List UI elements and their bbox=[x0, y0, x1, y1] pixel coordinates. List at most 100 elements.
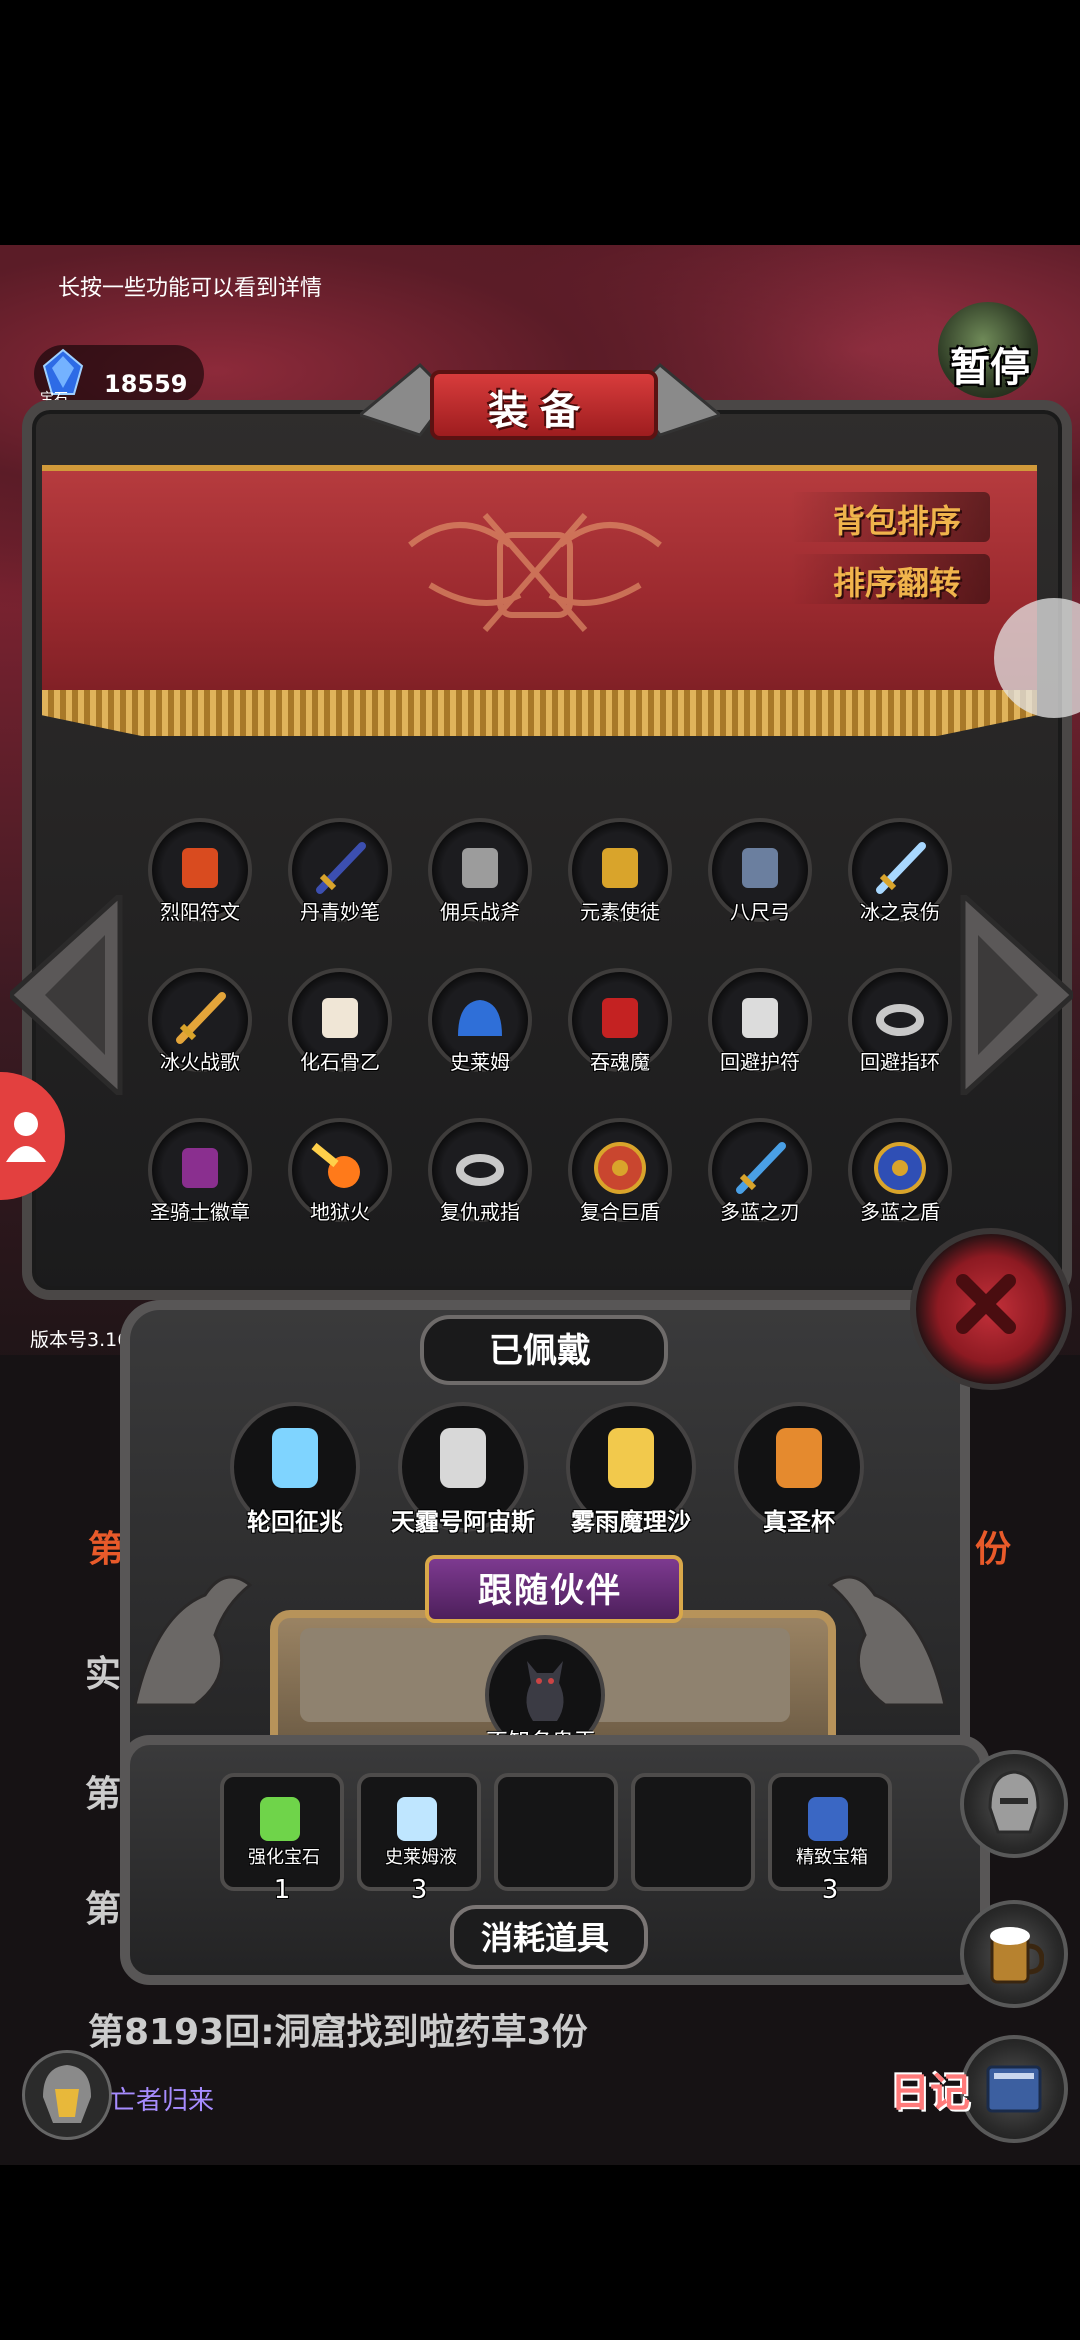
crossbow-icon bbox=[742, 848, 778, 888]
helmet-icon bbox=[988, 1770, 1040, 1834]
dragon-statue-icon bbox=[827, 1575, 947, 1707]
equipment-item[interactable]: 化石骨乙 bbox=[280, 968, 400, 1096]
pause-label: 暂停 bbox=[950, 345, 1030, 391]
equipment-item[interactable]: 佣兵战斧 bbox=[420, 818, 540, 946]
consumable-count: 1 bbox=[273, 1875, 291, 1905]
skull-helmet-icon bbox=[43, 2065, 91, 2123]
equipment-item[interactable]: 多蓝之刃 bbox=[700, 1118, 820, 1246]
equipment-item[interactable]: 丹青妙笔 bbox=[280, 818, 400, 946]
user-icon bbox=[6, 1112, 46, 1162]
equipment-item-label: 丹青妙笔 bbox=[300, 900, 380, 924]
log-partial-left: 第 bbox=[85, 1889, 122, 1930]
crossed-swords-crest-icon bbox=[408, 513, 662, 632]
equipment-item-label: 佣兵战斧 bbox=[440, 900, 520, 924]
log-partial-left: 第 bbox=[85, 1774, 122, 1815]
dark-demon-icon bbox=[526, 1661, 564, 1721]
prev-page-arrow-icon[interactable] bbox=[10, 895, 125, 1095]
equipment-item-label: 元素使徒 bbox=[580, 900, 660, 924]
close-button[interactable] bbox=[910, 1228, 1072, 1390]
worn-item[interactable]: 真圣杯 bbox=[734, 1402, 864, 1542]
log-partial-right: 份 bbox=[975, 1529, 1012, 1570]
equipment-item[interactable]: 元素使徒 bbox=[560, 818, 680, 946]
worn-title: 已佩戴 bbox=[489, 1331, 591, 1371]
log-partial-left: 实 bbox=[85, 1654, 122, 1695]
consumable-label: 精致宝箱 bbox=[796, 1847, 868, 1868]
equipment-item[interactable]: 回避指环 bbox=[840, 968, 960, 1096]
equipment-item-label: 地狱火 bbox=[310, 1200, 370, 1224]
consumables-title: 消耗道具 bbox=[480, 1919, 609, 1957]
blue-shield-icon bbox=[874, 1142, 926, 1194]
consumable-count: 3 bbox=[410, 1875, 428, 1905]
equipment-item[interactable]: 地狱火 bbox=[280, 1118, 400, 1246]
witch-icon bbox=[608, 1428, 654, 1488]
fireball-icon bbox=[311, 1142, 360, 1188]
ring-icon bbox=[876, 1004, 924, 1036]
equipment-item-label: 史莱姆 bbox=[450, 1050, 510, 1074]
ring-icon bbox=[456, 1154, 504, 1186]
panel-title: 装备 bbox=[488, 388, 592, 434]
consumable-slot[interactable]: 精致宝箱 3 bbox=[768, 1773, 892, 1905]
chest-icon bbox=[808, 1797, 848, 1841]
consumable-slot[interactable]: 史莱姆液 3 bbox=[357, 1773, 481, 1905]
consumable-slot[interactable] bbox=[494, 1773, 618, 1891]
consumable-label: 史莱姆液 bbox=[385, 1847, 457, 1868]
player-avatar[interactable] bbox=[22, 2050, 112, 2140]
equipment-item[interactable]: 圣骑士徽章 bbox=[140, 1118, 260, 1246]
equipment-item[interactable]: 吞魂魔 bbox=[560, 968, 680, 1096]
worn-item[interactable]: 天霾号阿宙斯 bbox=[391, 1402, 535, 1542]
diary-button[interactable] bbox=[960, 2035, 1068, 2143]
hint-text: 长按一些功能可以看到详情 bbox=[58, 276, 323, 301]
sort-bag-button[interactable]: 背包排序 bbox=[833, 496, 961, 542]
equipment-item[interactable]: 冰火战歌 bbox=[140, 968, 260, 1096]
log-partial-left: 第 bbox=[88, 1529, 125, 1570]
partner-title: 跟随伙伴 bbox=[478, 1571, 622, 1611]
equipment-item-label: 多蓝之刃 bbox=[720, 1200, 800, 1224]
equipment-item[interactable]: 烈阳符文 bbox=[140, 818, 260, 946]
knight-helmet-button[interactable] bbox=[960, 1750, 1068, 1858]
diary-label: 日记 bbox=[890, 2070, 970, 2116]
equipment-item-label: 回避护符 bbox=[720, 1050, 800, 1074]
equipment-item-label: 复仇戒指 bbox=[440, 1200, 520, 1224]
consumable-count: 3 bbox=[821, 1875, 839, 1905]
banner-fringe bbox=[42, 690, 1037, 736]
consumable-label: 强化宝石 bbox=[248, 1847, 320, 1868]
equipment-item-label: 烈阳符文 bbox=[160, 900, 240, 924]
mech-icon bbox=[440, 1428, 486, 1488]
bone-icon bbox=[322, 998, 358, 1038]
ice-sword-icon bbox=[876, 842, 926, 894]
brush-icon bbox=[316, 842, 366, 894]
equipment-item-label: 八尺弓 bbox=[730, 900, 790, 924]
round-shield-icon bbox=[594, 1142, 646, 1194]
worn-item[interactable]: 轮回征兆 bbox=[230, 1402, 360, 1542]
worn-item-label: 雾雨魔理沙 bbox=[571, 1508, 691, 1536]
beer-mug-icon bbox=[990, 1927, 1044, 1984]
grail-icon bbox=[776, 1428, 822, 1488]
amulet-icon bbox=[742, 998, 778, 1038]
ice-staff-icon bbox=[272, 1428, 318, 1488]
sort-reverse-button[interactable]: 排序翻转 bbox=[833, 558, 961, 604]
player-name: 亡者归来 bbox=[110, 2086, 215, 2116]
equipment-item-label: 冰火战歌 bbox=[160, 1050, 240, 1074]
equipment-item-label: 冰之哀伤 bbox=[860, 900, 940, 924]
worn-item-label: 天霾号阿宙斯 bbox=[391, 1508, 535, 1536]
equipment-item[interactable]: 八尺弓 bbox=[700, 818, 820, 946]
equipment-item[interactable]: 冰之哀伤 bbox=[840, 818, 960, 946]
next-page-arrow-icon[interactable] bbox=[958, 895, 1073, 1095]
version-label: 版本号3.16 bbox=[30, 1329, 130, 1351]
worn-item[interactable]: 雾雨魔理沙 bbox=[566, 1402, 696, 1542]
slime-icon bbox=[458, 1000, 502, 1036]
equipment-item[interactable]: 复仇戒指 bbox=[420, 1118, 540, 1246]
equipment-item[interactable]: 复合巨盾 bbox=[560, 1118, 680, 1246]
equipment-item[interactable]: 回避护符 bbox=[700, 968, 820, 1096]
tavern-button[interactable] bbox=[960, 1900, 1068, 2008]
equipment-item-label: 回避指环 bbox=[860, 1050, 940, 1074]
equipment-item[interactable]: 多蓝之盾 bbox=[840, 1118, 960, 1246]
fire-ice-sword-icon bbox=[176, 992, 226, 1044]
equipment-item[interactable]: 史莱姆 bbox=[420, 968, 540, 1096]
worn-item-label: 轮回征兆 bbox=[247, 1508, 343, 1536]
equipment-item-label: 多蓝之盾 bbox=[860, 1200, 940, 1224]
equipment-item-label: 复合巨盾 bbox=[580, 1200, 660, 1224]
consumable-slot[interactable]: 强化宝石 1 bbox=[220, 1773, 344, 1905]
potion-icon bbox=[397, 1797, 437, 1841]
consumable-slot[interactable] bbox=[631, 1773, 755, 1891]
